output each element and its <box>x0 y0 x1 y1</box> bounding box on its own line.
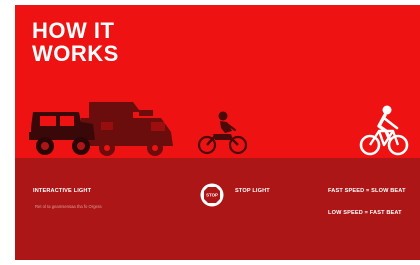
page-title: HOW IT WORKS <box>32 19 192 65</box>
title-line-1: HOW IT <box>32 18 115 43</box>
stop-sign-text: STOP <box>206 193 218 198</box>
speed-rule-2: LOW SPEED = FAST BEAT <box>328 210 402 216</box>
interactive-light-label: INTERACTIVE LIGHT <box>33 188 92 194</box>
interactive-light-description: Ret ol ta geamsensaa tha fo Orgera <box>35 204 102 209</box>
motorcycle-rider-icon <box>197 111 248 155</box>
vehicle-illustration <box>29 102 409 156</box>
how-it-works-slide: HOW IT WORKS INTERACTIVE LIGHT Ret ol ta… <box>15 5 420 260</box>
rv-camper-icon <box>81 102 173 156</box>
stop-sign-icon: STOP <box>200 183 224 207</box>
stop-light-label: STOP LIGHT <box>235 188 270 194</box>
info-panel <box>15 158 420 260</box>
title-line-2: WORKS <box>32 41 119 66</box>
stop-sign-badge: STOP <box>200 183 224 207</box>
speed-rule-1: FAST SPEED = SLOW BEAT <box>328 188 406 194</box>
bicycle-rider-icon <box>359 105 409 156</box>
